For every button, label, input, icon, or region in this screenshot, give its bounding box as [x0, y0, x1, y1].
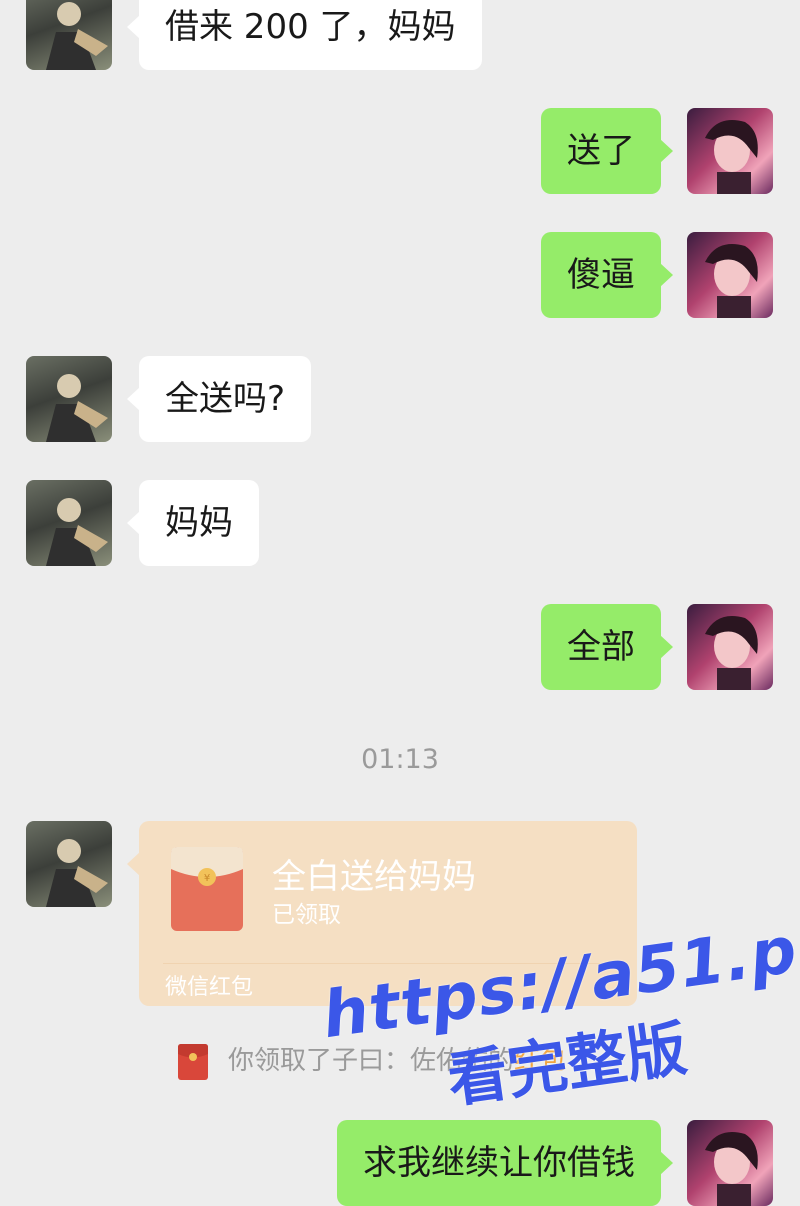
- self-avatar[interactable]: [687, 108, 773, 194]
- message-text: 全送吗?: [165, 379, 286, 419]
- message-text: 傻逼: [567, 255, 635, 295]
- message-bubble[interactable]: 傻逼: [541, 232, 673, 318]
- red-packet-title: 全白送给妈妈: [272, 857, 476, 897]
- message-bubble[interactable]: 妈妈: [127, 480, 259, 566]
- red-packet-small-icon: [178, 1043, 208, 1080]
- message-text: 借来 200 了，妈妈: [165, 7, 456, 47]
- message-text: 送了: [567, 131, 635, 171]
- contact-avatar[interactable]: [26, 0, 112, 70]
- red-packet-footer: 微信红包: [165, 975, 254, 1000]
- message-text: 求我继续让你借钱: [363, 1143, 635, 1183]
- contact-avatar[interactable]: [26, 356, 112, 442]
- red-packet-status: 已领取: [272, 902, 341, 928]
- message-bubble[interactable]: 求我继续让你借钱: [337, 1120, 673, 1206]
- message-bubble[interactable]: 送了: [541, 108, 673, 194]
- contact-avatar[interactable]: [26, 821, 112, 907]
- chat-timestamp: 01:13: [361, 744, 439, 775]
- contact-avatar[interactable]: [26, 480, 112, 566]
- message-text: 全部: [567, 627, 635, 667]
- self-avatar[interactable]: [687, 232, 773, 318]
- red-packet-icon: ¥: [171, 847, 243, 931]
- self-avatar[interactable]: [687, 1120, 773, 1206]
- message-text: 妈妈: [165, 503, 233, 543]
- message-bubble[interactable]: 全部: [541, 604, 673, 690]
- svg-text:¥: ¥: [204, 873, 210, 884]
- self-avatar[interactable]: [687, 604, 773, 690]
- message-bubble[interactable]: 借来 200 了，妈妈: [127, 0, 482, 70]
- message-bubble[interactable]: 全送吗?: [126, 356, 312, 442]
